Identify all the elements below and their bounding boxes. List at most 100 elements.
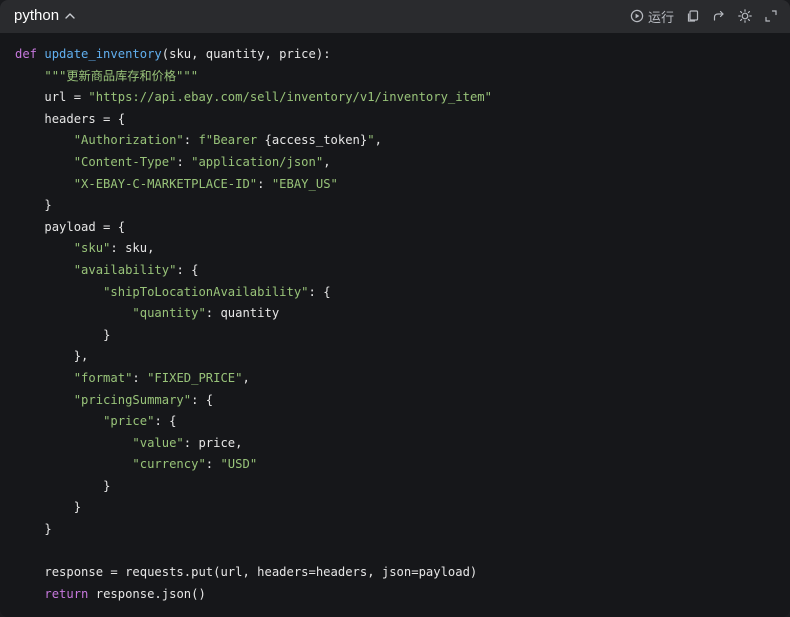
code-line: "Content-Type": "application/json", (15, 152, 492, 174)
code-token: "Authorization" (73, 133, 184, 148)
code-line: }, (15, 346, 492, 368)
code-token: : { (154, 414, 177, 429)
code-line: "pricingSummary": { (15, 390, 492, 412)
code-block-panel: python 运行 def update_inventory(sku, quan… (0, 0, 790, 617)
code-token: } (44, 522, 52, 537)
code-line: url = "https://api.ebay.com/sell/invento… (15, 87, 492, 109)
code-token: " (367, 133, 375, 148)
code-token: } (73, 500, 82, 515)
code-token: f"Bearer (198, 133, 265, 148)
code-line: "sku": sku, (15, 238, 492, 260)
code-token: : { (176, 262, 199, 277)
chevron-up-icon (63, 9, 77, 23)
code-line: "X-EBAY-C-MARKETPLACE-ID": "EBAY_US" (15, 174, 492, 196)
code-token: : quantity (205, 306, 280, 321)
code-line: } (15, 476, 492, 498)
theme-toggle-button[interactable] (738, 6, 752, 26)
code-token: "value" (132, 435, 184, 450)
code-token: "Content-Type" (73, 154, 177, 169)
code-token: "USD" (220, 457, 258, 472)
code-token: "https://api.ebay.com/sell/inventory/v1/… (88, 90, 492, 105)
code-token: "shipToLocationAvailability" (103, 284, 309, 299)
code-token: headers = { (44, 111, 126, 126)
expand-button[interactable] (764, 6, 778, 26)
sun-icon (738, 9, 752, 23)
code-line: response = requests.put(url, headers=hea… (15, 562, 492, 584)
code-content: def update_inventory(sku, quantity, pric… (15, 44, 492, 605)
code-line: "Authorization": f"Bearer {access_token}… (15, 130, 492, 152)
code-token: response.json() (88, 586, 206, 601)
code-token: "pricingSummary" (73, 392, 192, 407)
code-token: return (44, 586, 89, 601)
code-token: }, (73, 349, 89, 364)
play-circle-icon (630, 9, 644, 23)
code-token: : (132, 370, 148, 385)
language-toggle[interactable]: python (14, 7, 77, 24)
code-token: : (205, 457, 221, 472)
code-line: "currency": "USD" (15, 454, 492, 476)
code-token: "price" (103, 414, 155, 429)
code-token: payload = { (44, 219, 126, 234)
code-token: "EBAY_US" (271, 176, 338, 191)
code-token: } (103, 327, 111, 342)
code-line: headers = { (15, 109, 492, 131)
share-button[interactable] (712, 6, 726, 26)
code-line: "shipToLocationAvailability": { (15, 282, 492, 304)
expand-icon (764, 9, 778, 23)
code-token: "format" (73, 370, 133, 385)
code-line: "availability": { (15, 260, 492, 282)
code-token: url = (44, 90, 89, 105)
code-token: (sku, quantity, price): (161, 47, 331, 61)
code-block-header: python 运行 (0, 0, 790, 33)
code-token: "FIXED_PRICE" (147, 370, 243, 385)
code-token: update_inventory (44, 47, 162, 61)
share-arrow-icon (712, 9, 726, 23)
code-token: "availability" (73, 262, 177, 277)
code-token: {access_token} (264, 133, 368, 148)
code-token: def (15, 47, 38, 61)
code-line: } (15, 325, 492, 347)
run-button[interactable]: 运行 (630, 6, 674, 26)
code-line: } (15, 497, 492, 519)
code-line: "quantity": quantity (15, 303, 492, 325)
code-line: } (15, 519, 492, 541)
code-token: """更新商品库存和价格""" (44, 68, 199, 83)
code-token: : price, (183, 435, 243, 450)
code-token: , (242, 370, 250, 385)
code-token: "sku" (73, 241, 111, 256)
run-label: 运行 (647, 9, 674, 25)
code-line: } (15, 195, 492, 217)
code-line: payload = { (15, 217, 492, 239)
code-token: "X-EBAY-C-MARKETPLACE-ID" (73, 176, 258, 191)
copy-button[interactable] (686, 6, 700, 26)
code-toolbar: 运行 (630, 6, 778, 26)
code-token: } (103, 478, 111, 493)
language-label: python (14, 7, 60, 24)
code-line: return response.json() (15, 584, 492, 606)
code-line: "value": price, (15, 433, 492, 455)
code-line: """更新商品库存和价格""" (15, 66, 492, 88)
code-token: "currency" (132, 457, 206, 472)
code-token: response = requests.put(url, headers=hea… (44, 565, 478, 580)
code-token: : { (308, 284, 331, 299)
copy-icon (686, 9, 700, 23)
